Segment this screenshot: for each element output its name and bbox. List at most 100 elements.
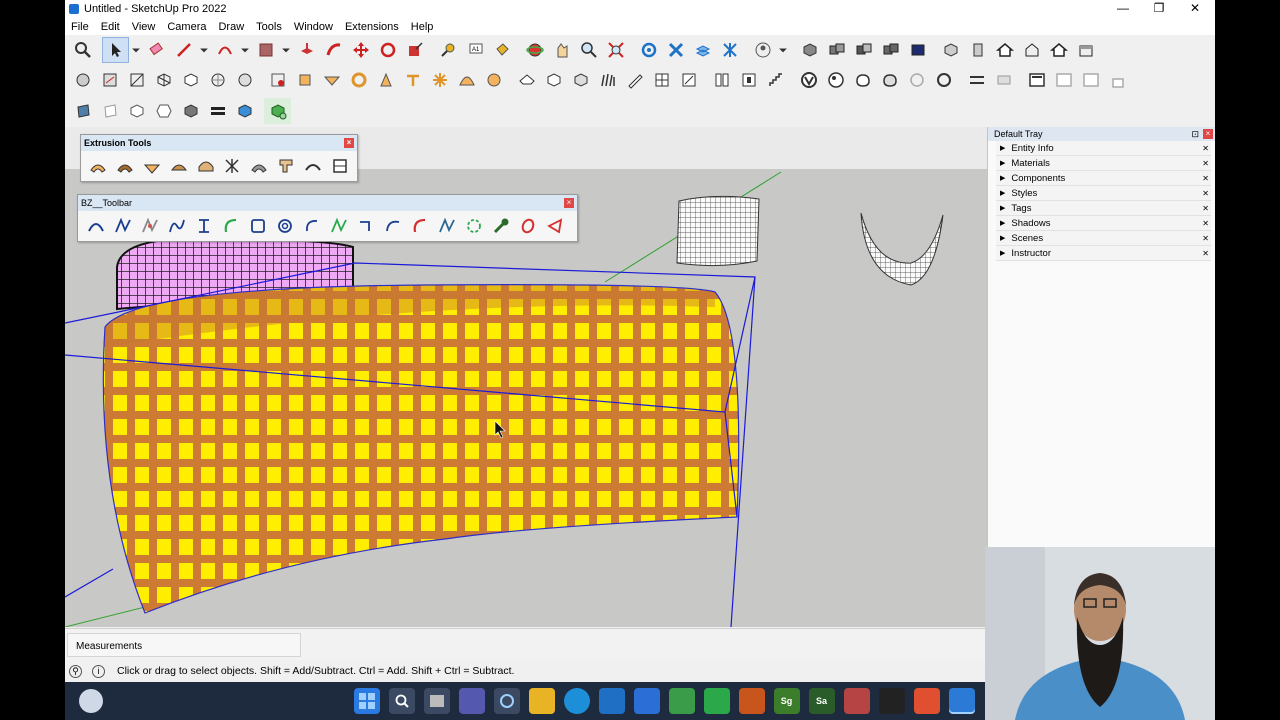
extrude-edges-by-rails-lathe-icon[interactable] <box>192 153 219 179</box>
tray-item-styles[interactable]: ▶ Styles ✕ <box>996 186 1211 201</box>
move-tool-icon[interactable] <box>347 37 374 63</box>
bz-settings-icon[interactable] <box>487 213 514 239</box>
tray-item-tags[interactable]: ▶ Tags ✕ <box>996 201 1211 216</box>
curviloft-icon[interactable] <box>291 67 318 93</box>
cone-icon[interactable] <box>372 67 399 93</box>
geo-location-icon[interactable]: ⚲ <box>69 664 82 678</box>
solid-subtract-icon[interactable] <box>850 37 877 63</box>
orbit-tool-icon[interactable] <box>521 37 548 63</box>
menu-help[interactable]: Help <box>405 21 440 33</box>
taskbar-photos[interactable] <box>668 688 695 714</box>
teapot-icon[interactable] <box>849 67 876 93</box>
taskbar-camtasia[interactable] <box>703 688 730 714</box>
dome-icon[interactable] <box>453 67 480 93</box>
extrude-edges-by-loft-icon[interactable] <box>165 153 192 179</box>
extrude-edges-by-align-icon[interactable] <box>326 153 353 179</box>
rotate-tool-icon[interactable] <box>374 37 401 63</box>
zoom-tool-icon[interactable] <box>69 37 96 63</box>
material-editor-icon[interactable] <box>822 67 849 93</box>
door-icon[interactable] <box>708 67 735 93</box>
frame-icon[interactable] <box>1023 67 1050 93</box>
window-icon[interactable] <box>735 67 762 93</box>
taskbar-task-view[interactable] <box>423 688 450 714</box>
3d-shape-icon[interactable] <box>69 98 96 124</box>
plane-icon[interactable] <box>96 98 123 124</box>
bz-arc-icon[interactable] <box>298 213 325 239</box>
layers-icon[interactable] <box>204 98 231 124</box>
paint-bucket-icon[interactable] <box>488 37 515 63</box>
taskbar-search[interactable] <box>388 688 415 714</box>
bz-convert-icon[interactable] <box>190 213 217 239</box>
blue-box-icon[interactable] <box>231 98 258 124</box>
tray-close-button[interactable]: × <box>1203 129 1213 139</box>
tray-item-materials[interactable]: ▶ Materials ✕ <box>996 156 1211 171</box>
slash-box-icon[interactable] <box>675 67 702 93</box>
front-view-icon[interactable] <box>964 37 991 63</box>
warehouse-icon[interactable] <box>749 37 776 63</box>
menu-window[interactable]: Window <box>288 21 339 33</box>
extrude-edges-by-vector-icon[interactable] <box>85 153 112 179</box>
cube-outline-icon[interactable] <box>123 98 150 124</box>
tray-item-scenes[interactable]: ▶ Scenes ✕ <box>996 231 1211 246</box>
box-open-icon[interactable] <box>567 67 594 93</box>
grid-icon[interactable] <box>648 67 675 93</box>
extrude-edges-by-edges-icon[interactable] <box>219 153 246 179</box>
bz-edit-icon[interactable] <box>136 213 163 239</box>
tape-measure-icon[interactable] <box>434 37 461 63</box>
menu-file[interactable]: File <box>65 21 95 33</box>
section-fill-icon[interactable] <box>716 37 743 63</box>
hexagon-icon[interactable] <box>150 98 177 124</box>
eraser-tool-icon[interactable] <box>143 37 170 63</box>
extrude-edges-by-face-icon[interactable] <box>112 153 139 179</box>
image-disabled-icon[interactable] <box>1077 67 1104 93</box>
restore-button[interactable]: ❐ <box>1141 0 1177 18</box>
shape-dropdown-icon[interactable] <box>279 37 293 63</box>
close-button[interactable]: ✕ <box>1177 0 1213 18</box>
monochrome-icon[interactable] <box>264 67 291 93</box>
left-view-icon[interactable] <box>1045 37 1072 63</box>
taskbar-edge[interactable] <box>563 688 590 714</box>
section-cut-icon[interactable] <box>689 37 716 63</box>
frame-disabled-icon[interactable] <box>1050 67 1077 93</box>
taskbar-sg[interactable]: Sg <box>773 688 800 714</box>
arc-tool-icon[interactable] <box>211 37 238 63</box>
solid-trim-icon[interactable] <box>877 37 904 63</box>
bz-zigzag-icon[interactable] <box>433 213 460 239</box>
zoom-in-icon[interactable] <box>575 37 602 63</box>
pan-tool-icon[interactable] <box>548 37 575 63</box>
tray-item-components[interactable]: ▶ Components ✕ <box>996 171 1211 186</box>
wireframe-icon[interactable] <box>150 67 177 93</box>
ring-icon[interactable] <box>345 67 372 93</box>
dim-off-icon[interactable] <box>990 67 1017 93</box>
menu-tools[interactable]: Tools <box>250 21 288 33</box>
taskbar-camtasia-recorder[interactable] <box>913 688 940 714</box>
bz-spiral-icon[interactable] <box>271 213 298 239</box>
shaded-textures-icon[interactable] <box>231 67 258 93</box>
tray-item-instructor[interactable]: ▶ Instructor ✕ <box>996 246 1211 261</box>
bz-fspline-icon[interactable] <box>325 213 352 239</box>
bz-classic-icon[interactable] <box>82 213 109 239</box>
line-tool-icon[interactable] <box>170 37 197 63</box>
solid-split-icon[interactable] <box>904 37 931 63</box>
taskbar-sketchup[interactable] <box>948 688 975 714</box>
solid-union-icon[interactable] <box>823 37 850 63</box>
grass-icon[interactable] <box>594 67 621 93</box>
line-dropdown-icon[interactable] <box>197 37 211 63</box>
bz-toolbar-close-button[interactable]: × <box>564 198 574 208</box>
bz-curve-icon[interactable] <box>379 213 406 239</box>
follow-me-icon[interactable] <box>320 37 347 63</box>
home-view-icon[interactable] <box>991 37 1018 63</box>
tray-item-close-icon[interactable]: ✕ <box>1202 234 1209 243</box>
bz-polyline-icon[interactable] <box>109 213 136 239</box>
back-view-icon[interactable] <box>1018 37 1045 63</box>
tray-item-close-icon[interactable]: ✕ <box>1202 219 1209 228</box>
tray-item-entity-info[interactable]: ▶ Entity Info ✕ <box>996 141 1211 156</box>
extrude-edges-by-rails-tile-icon[interactable] <box>246 153 273 179</box>
tray-item-close-icon[interactable]: ✕ <box>1202 159 1209 168</box>
warehouse-dropdown-icon[interactable] <box>776 37 790 63</box>
rectangle-tool-icon[interactable] <box>252 37 279 63</box>
taskbar-file-explorer[interactable] <box>528 688 555 714</box>
extrude-edges-by-rails-icon[interactable] <box>139 153 166 179</box>
taskbar-windows-start[interactable] <box>353 688 380 714</box>
arc-dropdown-icon[interactable] <box>238 37 252 63</box>
